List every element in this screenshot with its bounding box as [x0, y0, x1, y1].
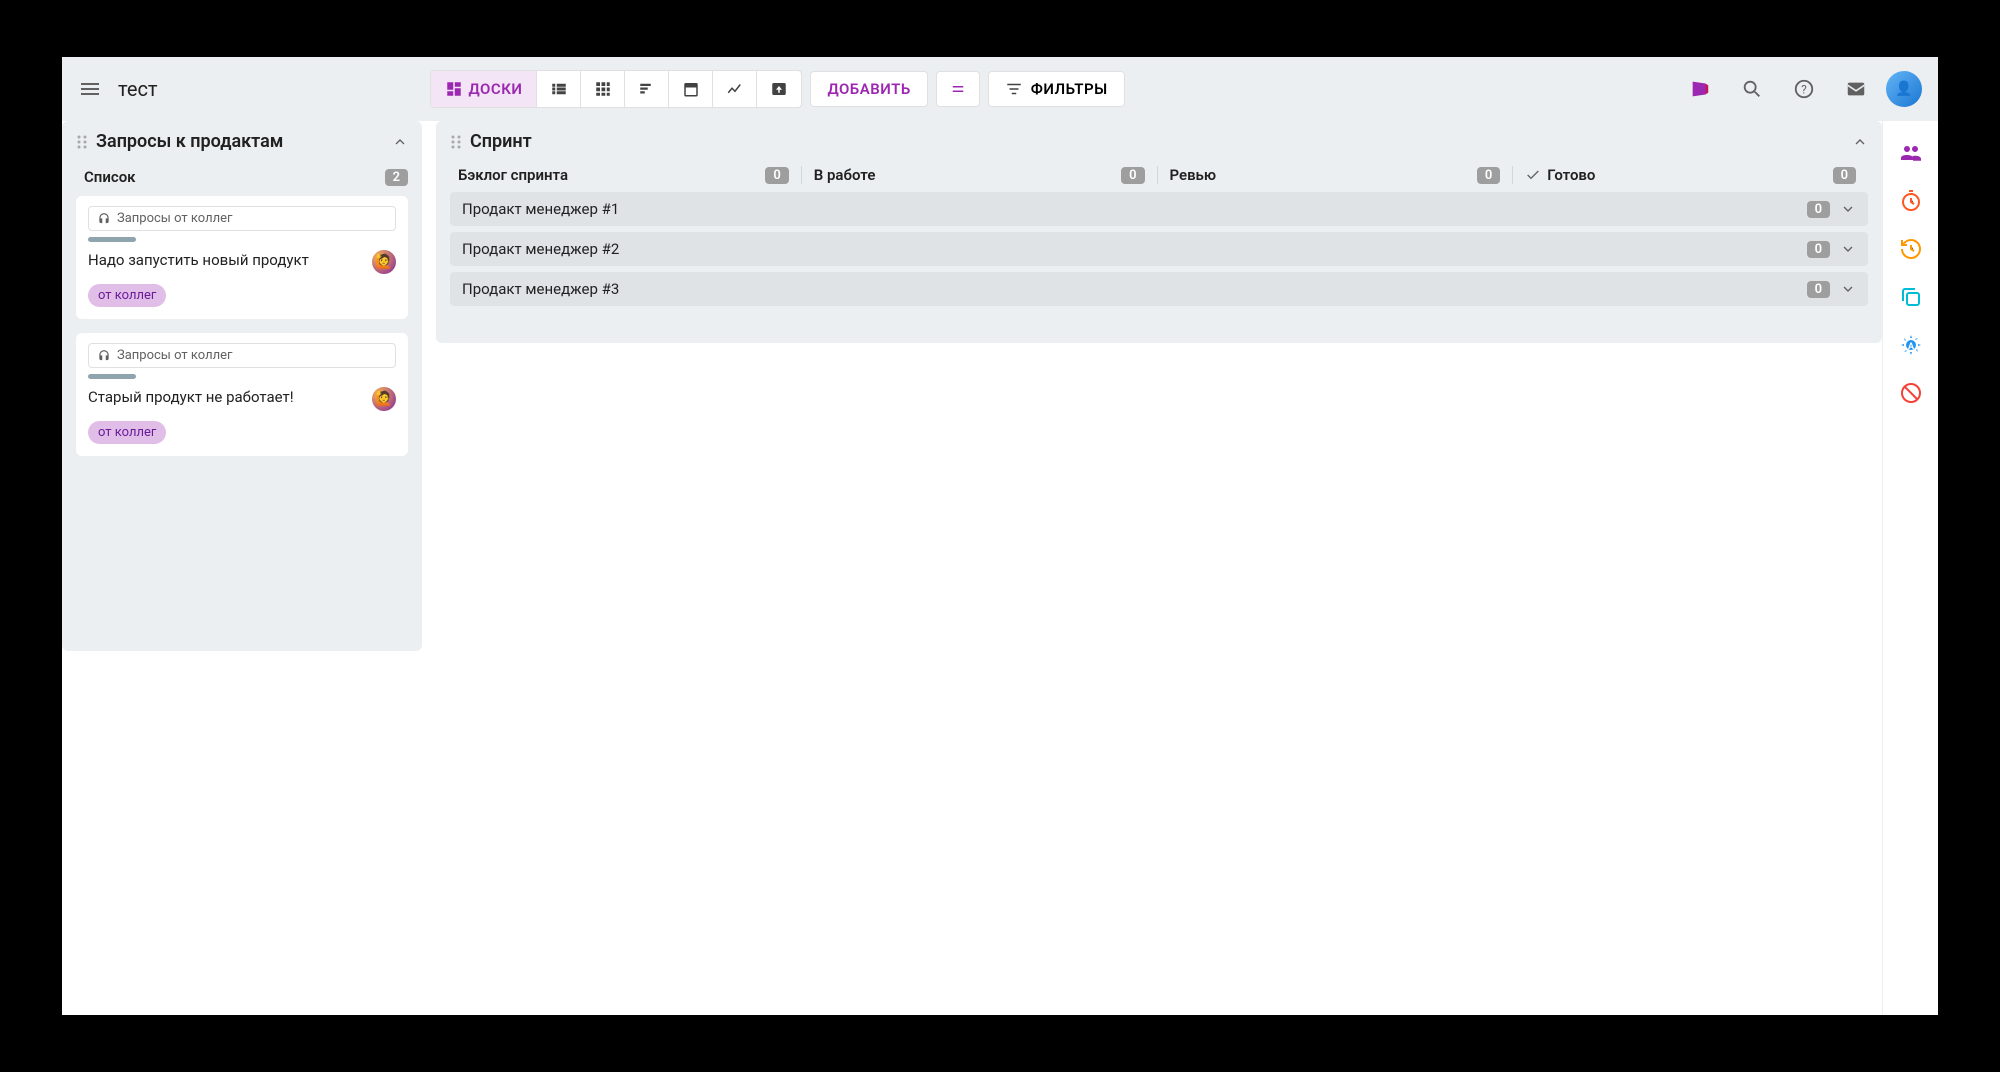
board-title: Спринт — [470, 131, 1844, 152]
list-count: 2 — [385, 169, 408, 186]
view-toggle: ДОСКИ — [430, 70, 803, 108]
card-title: Старый продукт не работает! — [88, 387, 364, 408]
user-avatar[interactable]: 👤 — [1886, 71, 1922, 107]
board-title: Запросы к продактам — [96, 131, 384, 152]
task-card[interactable]: Запросы от коллег Старый продукт не рабо… — [76, 333, 408, 456]
search-icon[interactable] — [1730, 67, 1774, 111]
add-dropdown[interactable] — [936, 71, 980, 107]
card-source: Запросы от коллег — [88, 343, 396, 368]
mail-icon[interactable] — [1834, 67, 1878, 111]
view-chart[interactable] — [713, 71, 757, 107]
view-boards[interactable]: ДОСКИ — [431, 71, 538, 107]
app-title: тест — [118, 77, 158, 101]
drag-icon[interactable] — [450, 134, 462, 150]
help-icon[interactable]: ? — [1782, 67, 1826, 111]
view-list[interactable] — [537, 71, 581, 107]
svg-text:?: ? — [1801, 83, 1807, 97]
collapse-icon[interactable] — [392, 134, 408, 150]
board-requests: Запросы к продактам Список 2 Запросы от … — [62, 121, 422, 651]
list-label: Список — [84, 168, 385, 186]
check-icon — [1525, 167, 1541, 183]
assignee-avatar[interactable]: 🙋 — [372, 387, 396, 411]
chevron-down-icon[interactable] — [1840, 281, 1856, 297]
swimlane-row[interactable]: Продакт менеджер #3 0 — [450, 272, 1868, 306]
chevron-down-icon[interactable] — [1840, 201, 1856, 217]
add-button[interactable]: ДОБАВИТЬ — [810, 71, 927, 107]
card-source: Запросы от коллег — [88, 206, 396, 231]
view-archive[interactable] — [757, 71, 801, 107]
block-icon[interactable] — [1899, 381, 1923, 405]
menu-icon[interactable] — [78, 77, 102, 101]
chevron-down-icon[interactable] — [1840, 241, 1856, 257]
card-tag[interactable]: от коллег — [88, 421, 166, 444]
card-title: Надо запустить новый продукт — [88, 250, 364, 271]
view-grid[interactable] — [581, 71, 625, 107]
automation-icon[interactable]: A — [1899, 333, 1923, 357]
card-tag[interactable]: от коллег — [88, 284, 166, 307]
column-backlog[interactable]: Бэклог спринта 0 — [458, 166, 802, 184]
headset-icon — [97, 349, 111, 363]
topbar: тест ДОСКИ — [62, 57, 1938, 121]
right-rail: A — [1882, 121, 1938, 1015]
people-icon[interactable] — [1899, 141, 1923, 165]
copy-icon[interactable] — [1899, 285, 1923, 309]
swimlane-row[interactable]: Продакт менеджер #1 0 — [450, 192, 1868, 226]
card-stripe — [88, 374, 136, 379]
column-done[interactable]: Готово 0 — [1525, 166, 1868, 184]
collapse-icon[interactable] — [1852, 134, 1868, 150]
card-stripe — [88, 237, 136, 242]
headset-icon — [97, 212, 111, 226]
history-icon[interactable] — [1899, 237, 1923, 261]
board-sprint: Спринт Бэклог спринта 0 В работе 0 — [436, 121, 1882, 343]
drag-icon[interactable] — [76, 134, 88, 150]
view-gantt[interactable] — [625, 71, 669, 107]
svg-text:A: A — [1907, 342, 1914, 352]
whats-new-icon[interactable] — [1678, 67, 1722, 111]
timer-icon[interactable] — [1899, 189, 1923, 213]
column-in-progress[interactable]: В работе 0 — [814, 166, 1158, 184]
assignee-avatar[interactable]: 🙋 — [372, 250, 396, 274]
view-calendar[interactable] — [669, 71, 713, 107]
filters-button[interactable]: ФИЛЬТРЫ — [988, 71, 1125, 107]
task-card[interactable]: Запросы от коллег Надо запустить новый п… — [76, 196, 408, 319]
column-review[interactable]: Ревью 0 — [1170, 166, 1514, 184]
swimlane-row[interactable]: Продакт менеджер #2 0 — [450, 232, 1868, 266]
